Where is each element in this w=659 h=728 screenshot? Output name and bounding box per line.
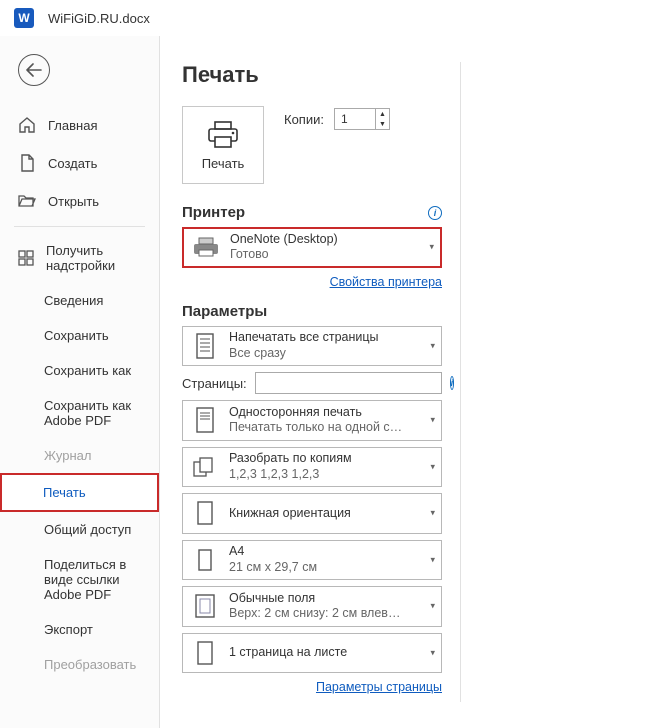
page-heading: Печать bbox=[182, 62, 442, 88]
chevron-down-icon: ▾ bbox=[430, 554, 435, 565]
chevron-down-icon: ▾ bbox=[430, 601, 435, 612]
pages-info-icon[interactable]: i bbox=[450, 376, 455, 390]
papersize-title: A4 bbox=[229, 544, 317, 560]
nav-print-label: Печать bbox=[43, 485, 86, 500]
papersize-selector[interactable]: A421 см x 29,7 см ▾ bbox=[182, 540, 442, 580]
pages-input[interactable] bbox=[255, 372, 442, 394]
word-app-icon: W bbox=[14, 8, 34, 28]
new-doc-icon bbox=[18, 154, 36, 172]
margins-selector[interactable]: Обычные поляВерх: 2 см снизу: 2 см влев…… bbox=[182, 586, 442, 626]
nav-new[interactable]: Создать bbox=[0, 144, 159, 182]
one-sided-icon bbox=[191, 406, 219, 434]
papersize-sub: 21 см x 29,7 см bbox=[229, 560, 317, 576]
nav-save-label: Сохранить bbox=[44, 328, 109, 343]
printer-name: OneNote (Desktop) bbox=[230, 232, 338, 248]
nav-saveas[interactable]: Сохранить как bbox=[0, 353, 159, 388]
print-what-title: Напечатать все страницы bbox=[229, 330, 379, 346]
margins-sub: Верх: 2 см снизу: 2 см влев… bbox=[229, 606, 400, 622]
sides-sub: Печатать только на одной с… bbox=[229, 420, 402, 436]
print-preview-pane bbox=[460, 62, 637, 702]
nav-info-label: Сведения bbox=[44, 293, 103, 308]
copies-value: 1 bbox=[341, 112, 348, 126]
chevron-down-icon: ▾ bbox=[430, 508, 435, 519]
printer-properties-link[interactable]: Свойства принтера bbox=[330, 275, 442, 289]
collate-sub: 1,2,3 1,2,3 1,2,3 bbox=[229, 467, 352, 483]
nav-history-label: Журнал bbox=[44, 448, 91, 463]
nav-info[interactable]: Сведения bbox=[0, 283, 159, 318]
sides-title: Односторонняя печать bbox=[229, 405, 402, 421]
folder-open-icon bbox=[18, 192, 36, 210]
pages-icon bbox=[191, 332, 219, 360]
chevron-down-icon: ▾ bbox=[430, 647, 435, 658]
copies-up-icon[interactable]: ▲ bbox=[376, 109, 389, 119]
nav-transform-label: Преобразовать bbox=[44, 657, 136, 672]
printer-status: Готово bbox=[230, 247, 338, 263]
paper-size-icon bbox=[191, 546, 219, 574]
printer-info-icon[interactable]: i bbox=[428, 206, 442, 220]
collate-selector[interactable]: Разобрать по копиям1,2,3 1,2,3 1,2,3 ▾ bbox=[182, 447, 442, 487]
copies-down-icon[interactable]: ▼ bbox=[376, 119, 389, 129]
nav-export[interactable]: Экспорт bbox=[0, 612, 159, 647]
nav-save[interactable]: Сохранить bbox=[0, 318, 159, 353]
printer-icon bbox=[206, 120, 240, 150]
nav-saveas-pdf-label: Сохранить как Adobe PDF bbox=[44, 398, 141, 428]
pages-label: Страницы: bbox=[182, 376, 247, 391]
orientation-selector[interactable]: Книжная ориентация ▾ bbox=[182, 493, 442, 533]
collate-title: Разобрать по копиям bbox=[229, 451, 352, 467]
printer-selector[interactable]: OneNote (Desktop) Готово ▾ bbox=[182, 227, 442, 268]
collate-icon bbox=[191, 453, 219, 481]
nav-addins-label: Получить надстройки bbox=[46, 243, 141, 273]
nav-share-link-pdf[interactable]: Поделиться в виде ссылки Adobe PDF bbox=[0, 547, 159, 612]
sides-selector[interactable]: Односторонняя печатьПечатать только на о… bbox=[182, 400, 442, 440]
printer-section-label: Принтер bbox=[182, 204, 245, 221]
print-button-label: Печать bbox=[202, 156, 245, 171]
margins-icon bbox=[191, 592, 219, 620]
copies-spinner[interactable]: 1 ▲▼ bbox=[334, 108, 390, 130]
addins-icon bbox=[18, 249, 34, 267]
document-title: WiFiGiD.RU.docx bbox=[48, 11, 150, 26]
nav-transform: Преобразовать bbox=[0, 647, 159, 682]
home-icon bbox=[18, 116, 36, 134]
portrait-icon bbox=[191, 499, 219, 527]
print-what-sub: Все сразу bbox=[229, 346, 379, 362]
printer-device-icon bbox=[192, 233, 220, 261]
back-arrow-icon bbox=[26, 63, 42, 77]
nav-home[interactable]: Главная bbox=[0, 106, 159, 144]
one-per-sheet-icon bbox=[191, 639, 219, 667]
pages-per-sheet-selector[interactable]: 1 страница на листе ▾ bbox=[182, 633, 442, 673]
nav-saveas-label: Сохранить как bbox=[44, 363, 131, 378]
nav-open[interactable]: Открыть bbox=[0, 182, 159, 220]
nav-share-link-pdf-label: Поделиться в виде ссылки Adobe PDF bbox=[44, 557, 141, 602]
pages-per-sheet-title: 1 страница на листе bbox=[229, 645, 347, 661]
params-section-label: Параметры bbox=[182, 303, 442, 320]
chevron-down-icon: ▾ bbox=[430, 461, 435, 472]
nav-print[interactable]: Печать bbox=[0, 473, 159, 512]
nav-separator bbox=[14, 226, 145, 227]
page-setup-link[interactable]: Параметры страницы bbox=[316, 680, 442, 694]
nav-history: Журнал bbox=[0, 438, 159, 473]
back-button[interactable] bbox=[18, 54, 50, 86]
chevron-down-icon: ▾ bbox=[430, 415, 435, 426]
print-what-selector[interactable]: Напечатать все страницыВсе сразу ▾ bbox=[182, 326, 442, 366]
nav-saveas-pdf[interactable]: Сохранить как Adobe PDF bbox=[0, 388, 159, 438]
nav-share[interactable]: Общий доступ bbox=[0, 512, 159, 547]
nav-new-label: Создать bbox=[48, 156, 97, 171]
nav-home-label: Главная bbox=[48, 118, 97, 133]
print-button[interactable]: Печать bbox=[182, 106, 264, 184]
orientation-title: Книжная ориентация bbox=[229, 506, 351, 522]
chevron-down-icon: ▾ bbox=[429, 242, 434, 253]
nav-open-label: Открыть bbox=[48, 194, 99, 209]
copies-label: Копии: bbox=[284, 112, 324, 127]
nav-export-label: Экспорт bbox=[44, 622, 93, 637]
margins-title: Обычные поля bbox=[229, 591, 400, 607]
chevron-down-icon: ▾ bbox=[430, 340, 435, 351]
backstage-sidebar: Главная Создать Открыть Получить надстро… bbox=[0, 36, 160, 728]
nav-addins[interactable]: Получить надстройки bbox=[0, 233, 159, 283]
nav-share-label: Общий доступ bbox=[44, 522, 131, 537]
